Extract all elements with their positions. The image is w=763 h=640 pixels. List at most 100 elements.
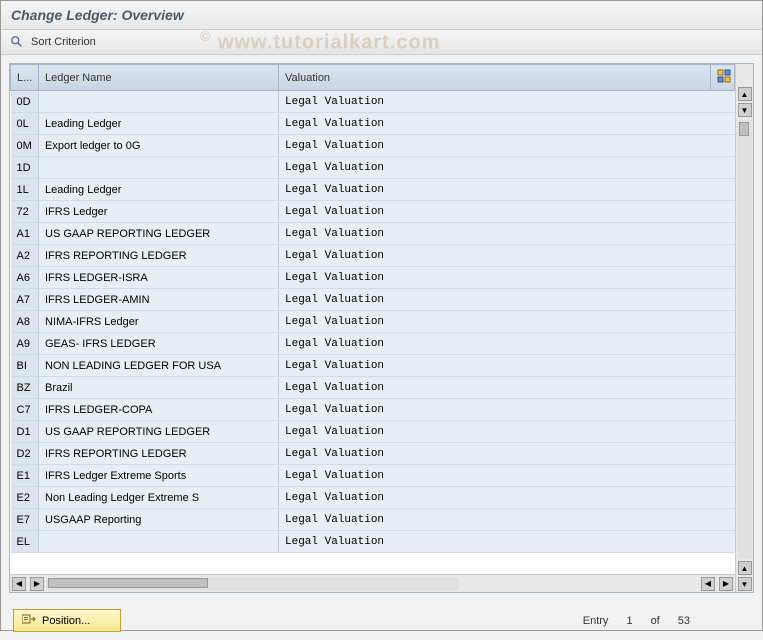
- cell-code[interactable]: 1L: [11, 179, 39, 201]
- table-row[interactable]: E1IFRS Ledger Extreme SportsLegal Valuat…: [11, 465, 735, 487]
- cell-valuation[interactable]: Legal Valuation: [279, 289, 735, 311]
- cell-code[interactable]: BI: [11, 355, 39, 377]
- table-row[interactable]: 0MExport ledger to 0GLegal Valuation: [11, 135, 735, 157]
- cell-name[interactable]: Leading Ledger: [39, 179, 279, 201]
- table-row[interactable]: 0LLeading LedgerLegal Valuation: [11, 113, 735, 135]
- cell-valuation[interactable]: Legal Valuation: [279, 267, 735, 289]
- table-row[interactable]: A7IFRS LEDGER-AMINLegal Valuation: [11, 289, 735, 311]
- cell-code[interactable]: C7: [11, 399, 39, 421]
- cell-code[interactable]: A1: [11, 223, 39, 245]
- table-row[interactable]: A2IFRS REPORTING LEDGERLegal Valuation: [11, 245, 735, 267]
- column-config-icon[interactable]: [711, 65, 735, 91]
- scroll-down-icon[interactable]: ▼: [738, 577, 752, 591]
- vscroll-track[interactable]: [738, 120, 752, 558]
- cell-code[interactable]: BZ: [11, 377, 39, 399]
- table-row[interactable]: A6IFRS LEDGER-ISRALegal Valuation: [11, 267, 735, 289]
- cell-valuation[interactable]: Legal Valuation: [279, 509, 735, 531]
- cell-name[interactable]: IFRS REPORTING LEDGER: [39, 443, 279, 465]
- cell-valuation[interactable]: Legal Valuation: [279, 201, 735, 223]
- scroll-up-step-icon[interactable]: ▲: [738, 561, 752, 575]
- scroll-left-icon-2[interactable]: ◀: [701, 577, 715, 591]
- cell-name[interactable]: Non Leading Ledger Extreme S: [39, 487, 279, 509]
- table-row[interactable]: D2IFRS REPORTING LEDGERLegal Valuation: [11, 443, 735, 465]
- horizontal-scrollbar[interactable]: ◀ ▶ ◀ ▶: [10, 574, 735, 592]
- cell-code[interactable]: D1: [11, 421, 39, 443]
- cell-code[interactable]: 72: [11, 201, 39, 223]
- cell-name[interactable]: IFRS LEDGER-ISRA: [39, 267, 279, 289]
- cell-valuation[interactable]: Legal Valuation: [279, 91, 735, 113]
- hscroll-thumb[interactable]: [48, 578, 208, 588]
- cell-name[interactable]: GEAS- IFRS LEDGER: [39, 333, 279, 355]
- scroll-right-icon[interactable]: ▶: [30, 577, 44, 591]
- cell-valuation[interactable]: Legal Valuation: [279, 135, 735, 157]
- cell-valuation[interactable]: Legal Valuation: [279, 245, 735, 267]
- cell-code[interactable]: 1D: [11, 157, 39, 179]
- cell-valuation[interactable]: Legal Valuation: [279, 465, 735, 487]
- column-header-name[interactable]: Ledger Name: [39, 65, 279, 91]
- vertical-scrollbar[interactable]: ▲ ▼ ▲ ▼: [735, 64, 753, 592]
- cell-name[interactable]: NON LEADING LEDGER FOR USA: [39, 355, 279, 377]
- cell-name[interactable]: NIMA-IFRS Ledger: [39, 311, 279, 333]
- scroll-down-step-icon[interactable]: ▼: [738, 103, 752, 117]
- position-button[interactable]: Position...: [13, 609, 121, 632]
- cell-name[interactable]: IFRS Ledger: [39, 201, 279, 223]
- cell-code[interactable]: E2: [11, 487, 39, 509]
- cell-valuation[interactable]: Legal Valuation: [279, 443, 735, 465]
- cell-valuation[interactable]: Legal Valuation: [279, 113, 735, 135]
- table-row[interactable]: 1D Legal Valuation: [11, 157, 735, 179]
- cell-code[interactable]: A2: [11, 245, 39, 267]
- cell-name[interactable]: [39, 531, 279, 553]
- cell-name[interactable]: Export ledger to 0G: [39, 135, 279, 157]
- table-row[interactable]: E7USGAAP ReportingLegal Valuation: [11, 509, 735, 531]
- cell-valuation[interactable]: Legal Valuation: [279, 487, 735, 509]
- cell-name[interactable]: Leading Ledger: [39, 113, 279, 135]
- cell-code[interactable]: A8: [11, 311, 39, 333]
- cell-name[interactable]: IFRS LEDGER-AMIN: [39, 289, 279, 311]
- column-header-code[interactable]: L...: [11, 65, 39, 91]
- cell-code[interactable]: A6: [11, 267, 39, 289]
- vscroll-thumb[interactable]: [739, 122, 749, 136]
- cell-name[interactable]: US GAAP REPORTING LEDGER: [39, 223, 279, 245]
- cell-code[interactable]: 0D: [11, 91, 39, 113]
- cell-name[interactable]: IFRS LEDGER-COPA: [39, 399, 279, 421]
- cell-code[interactable]: EL: [11, 531, 39, 553]
- cell-valuation[interactable]: Legal Valuation: [279, 311, 735, 333]
- find-icon[interactable]: [9, 34, 25, 50]
- cell-valuation[interactable]: Legal Valuation: [279, 421, 735, 443]
- scroll-left-icon[interactable]: ◀: [12, 577, 26, 591]
- table-row[interactable]: E2Non Leading Ledger Extreme SLegal Valu…: [11, 487, 735, 509]
- cell-code[interactable]: A9: [11, 333, 39, 355]
- cell-code[interactable]: 0L: [11, 113, 39, 135]
- cell-name[interactable]: [39, 91, 279, 113]
- hscroll-track[interactable]: [46, 578, 459, 590]
- scroll-up-icon[interactable]: ▲: [738, 87, 752, 101]
- cell-valuation[interactable]: Legal Valuation: [279, 333, 735, 355]
- cell-name[interactable]: [39, 157, 279, 179]
- cell-valuation[interactable]: Legal Valuation: [279, 223, 735, 245]
- cell-name[interactable]: US GAAP REPORTING LEDGER: [39, 421, 279, 443]
- table-row[interactable]: 72IFRS LedgerLegal Valuation: [11, 201, 735, 223]
- cell-valuation[interactable]: Legal Valuation: [279, 355, 735, 377]
- cell-valuation[interactable]: Legal Valuation: [279, 157, 735, 179]
- table-row[interactable]: 0D Legal Valuation: [11, 91, 735, 113]
- cell-name[interactable]: USGAAP Reporting: [39, 509, 279, 531]
- cell-code[interactable]: D2: [11, 443, 39, 465]
- cell-valuation[interactable]: Legal Valuation: [279, 179, 735, 201]
- table-row[interactable]: A9GEAS- IFRS LEDGERLegal Valuation: [11, 333, 735, 355]
- cell-code[interactable]: A7: [11, 289, 39, 311]
- table-row[interactable]: EL Legal Valuation: [11, 531, 735, 553]
- cell-name[interactable]: IFRS REPORTING LEDGER: [39, 245, 279, 267]
- column-header-valuation[interactable]: Valuation: [279, 65, 711, 91]
- table-row[interactable]: 1LLeading LedgerLegal Valuation: [11, 179, 735, 201]
- cell-valuation[interactable]: Legal Valuation: [279, 377, 735, 399]
- table-row[interactable]: D1US GAAP REPORTING LEDGERLegal Valuatio…: [11, 421, 735, 443]
- cell-valuation[interactable]: Legal Valuation: [279, 531, 735, 553]
- cell-name[interactable]: Brazil: [39, 377, 279, 399]
- sort-criterion-label[interactable]: Sort Criterion: [31, 36, 96, 48]
- scroll-right-icon-2[interactable]: ▶: [719, 577, 733, 591]
- cell-code[interactable]: 0M: [11, 135, 39, 157]
- table-row[interactable]: BINON LEADING LEDGER FOR USALegal Valuat…: [11, 355, 735, 377]
- cell-name[interactable]: IFRS Ledger Extreme Sports: [39, 465, 279, 487]
- table-row[interactable]: C7IFRS LEDGER-COPALegal Valuation: [11, 399, 735, 421]
- cell-code[interactable]: E1: [11, 465, 39, 487]
